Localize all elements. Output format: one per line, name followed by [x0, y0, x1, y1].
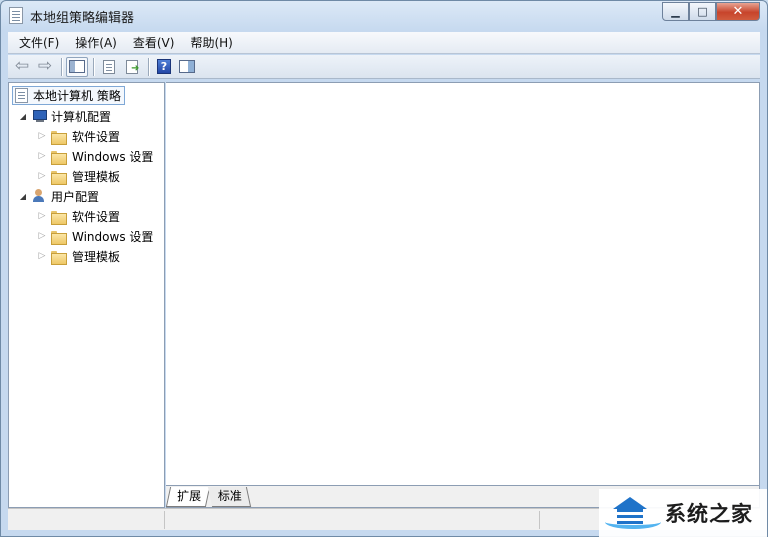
tab-label: 扩展 — [177, 489, 202, 503]
tree-label: 用户配置 — [51, 189, 100, 204]
expanded-triangle-icon[interactable]: ◢ — [17, 112, 29, 121]
tree-label: Windows 设置 — [72, 149, 154, 164]
collapsed-triangle-icon[interactable]: ▷ — [36, 251, 48, 261]
back-button[interactable]: ⇦ — [11, 57, 33, 77]
tree-label: 软件设置 — [72, 209, 121, 224]
tree-pane[interactable]: 本地计算机 策略 ◢ 计算机配置 ▷ 软件设置 ▷ Windows 设置 ▷ 管… — [8, 82, 165, 508]
tree-root-local-policy[interactable]: 本地计算机 策略 — [12, 86, 125, 105]
toolbar: ⇦ ⇨ ? — [8, 55, 760, 79]
show-hide-tree-button[interactable] — [66, 56, 88, 77]
tab-label: 标准 — [217, 489, 242, 503]
folder-icon — [50, 210, 67, 225]
folder-icon — [50, 130, 67, 145]
tree-item-computer-admin-templates[interactable]: ▷ 管理模板 — [36, 167, 120, 185]
collapsed-triangle-icon[interactable]: ▷ — [36, 131, 48, 141]
menu-bar: 文件(F) 操作(A) 查看(V) 帮助(H) — [8, 32, 760, 54]
collapsed-triangle-icon[interactable]: ▷ — [36, 211, 48, 221]
back-arrow-icon: ⇦ — [14, 56, 30, 76]
maximize-icon: □ — [697, 5, 708, 18]
export-list-icon — [126, 59, 139, 74]
action-pane-button[interactable] — [176, 57, 198, 77]
menu-help[interactable]: 帮助(H) — [182, 33, 240, 53]
tab-standard[interactable]: 标准 — [207, 487, 252, 507]
menu-action[interactable]: 操作(A) — [67, 33, 125, 53]
title-bar[interactable]: 本地组策略编辑器 ▁ □ ✕ — [1, 1, 767, 31]
window-title: 本地组策略编辑器 — [30, 11, 135, 26]
expanded-triangle-icon[interactable]: ◢ — [17, 192, 29, 201]
forward-arrow-icon: ⇨ — [37, 56, 53, 76]
properties-icon — [103, 59, 115, 74]
folder-icon — [50, 170, 67, 185]
action-pane-icon — [179, 60, 195, 73]
toolbar-separator — [61, 57, 62, 76]
collapsed-triangle-icon[interactable]: ▷ — [36, 151, 48, 161]
tree-item-user-admin-templates[interactable]: ▷ 管理模板 — [36, 247, 120, 265]
minimize-button[interactable]: ▁ — [662, 2, 689, 21]
tree-item-computer-config[interactable]: ◢ 计算机配置 — [17, 107, 111, 125]
details-pane[interactable] — [166, 82, 760, 486]
tree-label: Windows 设置 — [72, 229, 154, 244]
tree-item-user-software[interactable]: ▷ 软件设置 — [36, 207, 120, 225]
folder-icon — [50, 250, 67, 265]
tree-item-user-windows[interactable]: ▷ Windows 设置 — [36, 227, 153, 245]
export-list-button[interactable] — [121, 57, 143, 77]
folder-icon — [50, 150, 67, 165]
site-watermark: 系统之家 — [599, 489, 767, 537]
menu-view[interactable]: 查看(V) — [125, 33, 183, 53]
help-icon: ? — [157, 59, 171, 74]
tab-extended[interactable]: 扩展 — [165, 487, 211, 507]
close-icon: ✕ — [732, 4, 744, 19]
main-window: 本地组策略编辑器 ▁ □ ✕ 文件(F) 操作(A) 查看(V) 帮助(H) ⇦… — [0, 0, 768, 537]
status-cell — [8, 511, 165, 529]
computer-icon — [31, 109, 47, 123]
tree-label: 管理模板 — [72, 249, 121, 264]
folder-icon — [50, 230, 67, 245]
tree-label: 本地计算机 策略 — [33, 89, 121, 103]
menu-file[interactable]: 文件(F) — [8, 33, 67, 53]
collapsed-triangle-icon[interactable]: ▷ — [36, 171, 48, 181]
house-logo-icon — [605, 493, 663, 533]
status-cell — [165, 511, 540, 529]
tree-label: 管理模板 — [72, 169, 121, 184]
toolbar-separator — [148, 57, 149, 76]
policy-app-icon — [9, 7, 23, 24]
show-hide-tree-icon — [69, 60, 85, 73]
tree-item-user-config[interactable]: ◢ 用户配置 — [17, 187, 99, 205]
policy-icon — [15, 88, 28, 103]
tree-item-computer-software[interactable]: ▷ 软件设置 — [36, 127, 120, 145]
close-button[interactable]: ✕ — [716, 2, 760, 21]
maximize-button[interactable]: □ — [689, 2, 716, 21]
toolbar-separator — [93, 57, 94, 76]
user-icon — [31, 189, 47, 203]
window-controls: ▁ □ ✕ — [662, 2, 760, 21]
tree-item-computer-windows[interactable]: ▷ Windows 设置 — [36, 147, 153, 165]
watermark-text: 系统之家 — [665, 502, 753, 526]
tree-label: 计算机配置 — [51, 109, 112, 124]
minimize-icon: ▁ — [671, 5, 680, 18]
properties-button[interactable] — [98, 57, 120, 77]
help-button[interactable]: ? — [153, 57, 175, 77]
tree-label: 软件设置 — [72, 129, 121, 144]
forward-button[interactable]: ⇨ — [34, 57, 56, 77]
collapsed-triangle-icon[interactable]: ▷ — [36, 231, 48, 241]
